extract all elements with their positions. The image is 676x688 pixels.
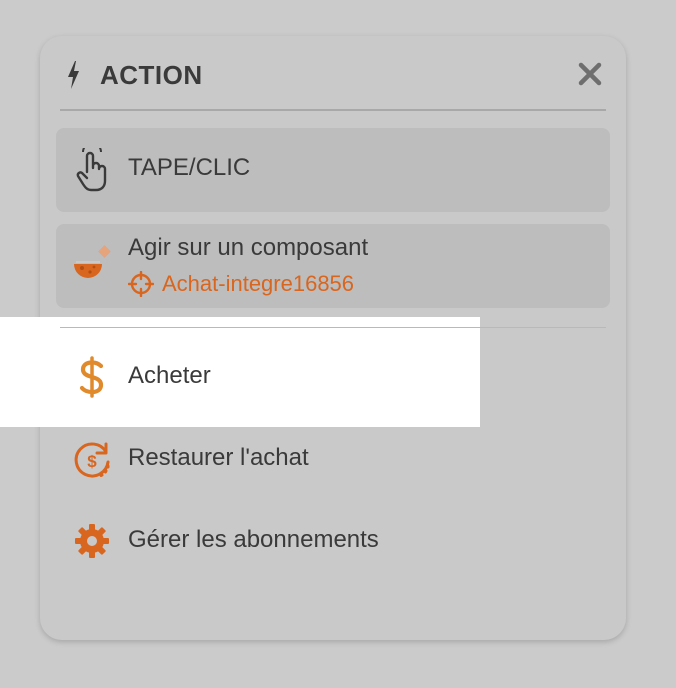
section-divider — [60, 327, 606, 328]
svg-text:$: $ — [87, 452, 97, 471]
close-icon[interactable] — [574, 58, 606, 90]
tap-click-label: TAPE/CLIC — [128, 154, 251, 181]
crosshair-icon — [128, 271, 154, 297]
buy-label: Acheter — [128, 362, 211, 389]
component-icon — [74, 245, 111, 278]
restore-purchase-icon: $ — [74, 442, 110, 478]
header-divider — [60, 109, 606, 111]
gear-icon — [75, 524, 109, 558]
restore-purchase-label: Restaurer l'achat — [128, 444, 309, 471]
pointer-hand-icon — [76, 148, 107, 192]
bolt-icon — [68, 61, 79, 89]
target-component-name: Achat-integre16856 — [162, 271, 355, 296]
act-on-component-label: Agir sur un composant — [128, 234, 369, 261]
panel-title: ACTION — [100, 60, 203, 90]
screen: ACTION TAPE/CLIC Agir sur un composant A… — [0, 0, 676, 688]
manage-subscriptions-label: Gérer les abonnements — [128, 526, 379, 553]
dollar-icon — [79, 356, 104, 398]
